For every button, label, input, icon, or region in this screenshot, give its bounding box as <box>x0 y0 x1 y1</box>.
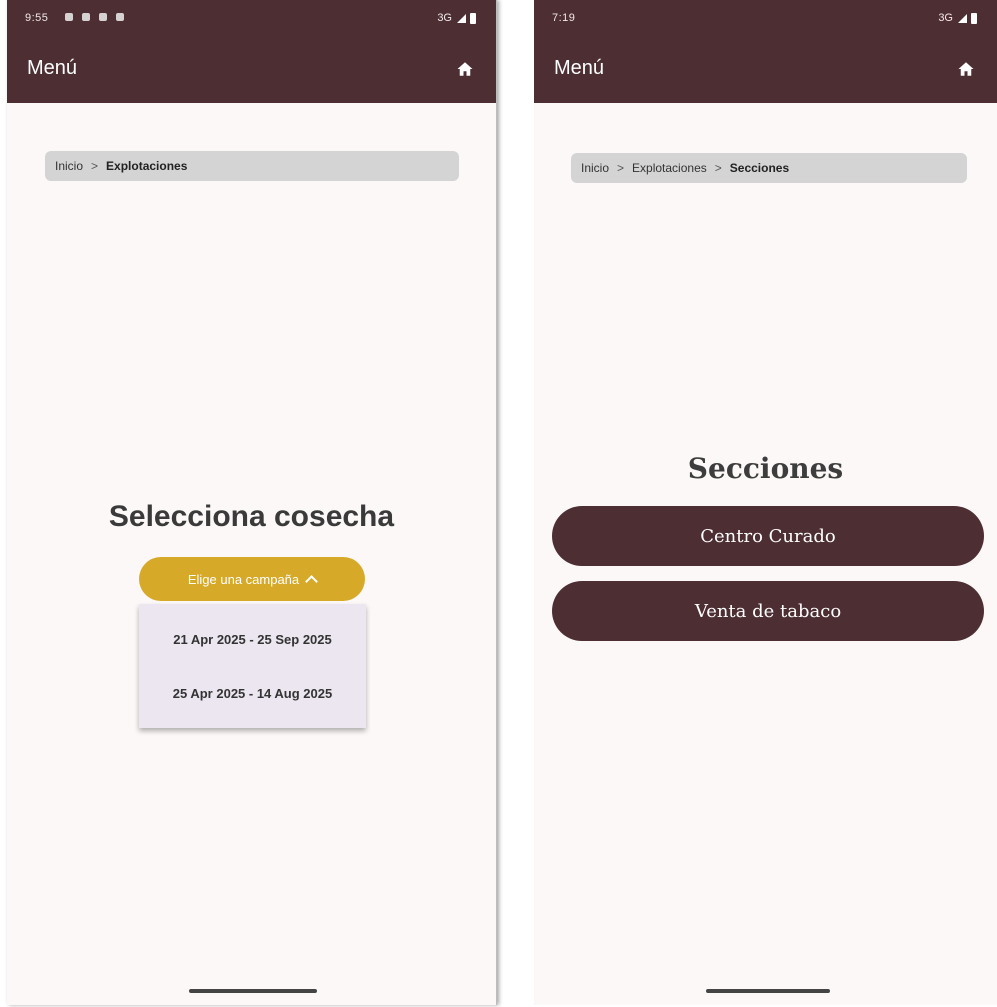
breadcrumb-current: Secciones <box>729 161 790 175</box>
breadcrumb-current: Explotaciones <box>106 159 188 173</box>
network-type: 3G <box>938 12 953 24</box>
app-bar: 7:19 3G Menú <box>534 0 997 103</box>
breadcrumb-home[interactable]: Inicio <box>581 161 609 175</box>
battery-icon <box>971 13 977 24</box>
home-icon[interactable] <box>957 60 975 78</box>
breadcrumb-separator: > <box>91 159 99 173</box>
status-time: 7:19 <box>552 12 576 24</box>
app-bar: 9:55 3G Menú <box>7 0 496 103</box>
home-icon[interactable] <box>456 60 474 78</box>
campaign-dropdown-menu: 21 Apr 2025 - 25 Sep 2025 25 Apr 2025 - … <box>139 604 366 728</box>
chevron-up-icon <box>305 575 319 588</box>
right-phone-screen: 7:19 3G Menú Inicio > Explotaciones > Se… <box>534 0 997 1005</box>
section-button-venta-tabaco[interactable]: Venta de tabaco <box>552 581 984 641</box>
dropdown-label: Elige una campaña <box>187 571 300 587</box>
breadcrumb-separator: > <box>617 161 625 175</box>
breadcrumb-home[interactable]: Inicio <box>55 159 83 173</box>
status-bar: 9:55 3G <box>7 12 496 28</box>
breadcrumb: Inicio > Explotaciones <box>45 151 459 181</box>
gesture-home-bar[interactable] <box>189 989 317 993</box>
page-title: Secciones <box>687 452 844 485</box>
breadcrumb-separator: > <box>714 161 722 175</box>
signal-icon <box>958 14 967 23</box>
breadcrumb-explotaciones[interactable]: Explotaciones <box>632 161 707 175</box>
campaign-dropdown-button[interactable]: Elige una campaña <box>139 557 365 601</box>
signal-icon <box>457 14 466 23</box>
status-bar: 7:19 3G <box>534 12 997 28</box>
breadcrumb: Inicio > Explotaciones > Secciones <box>571 153 967 183</box>
left-phone-screen: 9:55 3G Menú Inicio > Explotaciones Sele… <box>7 0 497 1005</box>
section-button-centro-curado[interactable]: Centro Curado <box>552 506 984 566</box>
campaign-option[interactable]: 25 Apr 2025 - 14 Aug 2025 <box>139 666 366 720</box>
status-time: 9:55 <box>25 12 49 24</box>
network-type: 3G <box>437 12 452 24</box>
menu-title[interactable]: Menú <box>554 57 604 80</box>
notification-icons <box>65 13 124 21</box>
menu-title[interactable]: Menú <box>27 57 77 80</box>
campaign-option[interactable]: 21 Apr 2025 - 25 Sep 2025 <box>139 612 366 666</box>
gesture-home-bar[interactable] <box>706 989 830 993</box>
battery-icon <box>470 13 476 24</box>
page-title: Selecciona cosecha <box>108 500 395 533</box>
